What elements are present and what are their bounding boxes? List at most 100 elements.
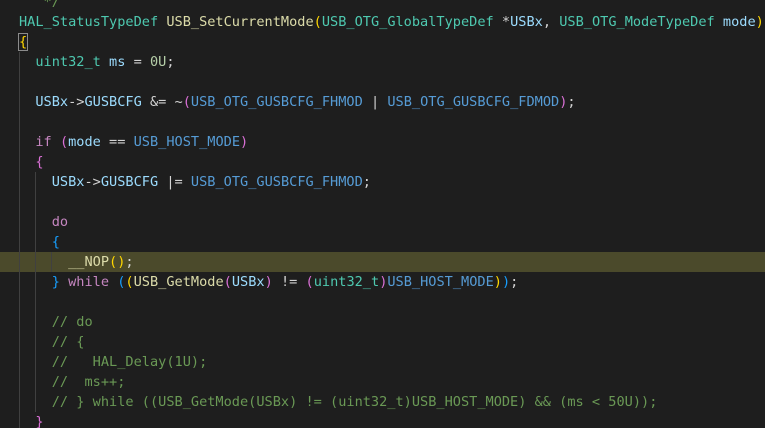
code-token: 0U (149, 54, 167, 70)
code-line[interactable]: uint32_t ms = 0U; (0, 52, 765, 72)
code-line[interactable]: // } while ((USB_GetMode(USBx) != (uint3… (0, 392, 765, 412)
code-text: if (mode == USB_HOST_MODE) (19, 132, 248, 152)
code-line[interactable]: do (0, 212, 765, 232)
code-token: USB_OTG_ModeTypeDef (559, 14, 715, 30)
code-token: USB_OTG_GlobalTypeDef (321, 14, 494, 30)
code-text: // { (19, 332, 85, 352)
code-token: USBx (510, 14, 543, 30)
code-token: ( (182, 94, 191, 110)
code-line[interactable]: { (0, 152, 765, 172)
code-token: USB_HOST_MODE (133, 134, 241, 150)
code-token: USBx (231, 274, 265, 290)
code-token: &= ~ (141, 94, 183, 110)
code-token: ) (493, 274, 502, 290)
code-text: { (19, 232, 60, 252)
indent-guide (19, 72, 20, 92)
code-token: ) (755, 14, 764, 30)
code-token: // do (51, 314, 93, 330)
code-line[interactable]: HAL_StatusTypeDef USB_SetCurrentMode(USB… (0, 12, 765, 32)
code-text: */ (19, 0, 60, 12)
code-token: uint32_t (313, 274, 380, 290)
code-text: // } while ((USB_GetMode(USBx) != (uint3… (19, 392, 658, 412)
code-token: do (51, 214, 69, 230)
code-token: ( (313, 14, 322, 30)
code-token: USB_GetMode (133, 274, 224, 290)
code-line[interactable]: USBx->GUSBCFG &= ~(USB_OTG_GUSBCFG_FHMOD… (0, 92, 765, 112)
code-line[interactable] (0, 112, 765, 132)
code-token: ( (223, 274, 232, 290)
code-token: USB_HOST_MODE (387, 274, 494, 290)
code-line[interactable]: // { (0, 332, 765, 352)
code-text: { (19, 152, 43, 172)
code-token: ) (240, 134, 249, 150)
code-token: |= (158, 174, 191, 190)
code-token: // ms++; (51, 374, 126, 390)
indent-guide (35, 292, 36, 312)
indent-guide (19, 112, 20, 132)
indent-guide (19, 192, 20, 212)
code-token: == (100, 134, 134, 150)
code-text: } while ((USB_GetMode(USBx) != (uint32_t… (19, 272, 519, 292)
code-token: -> (68, 94, 85, 110)
code-token: USB_OTG_GUSBCFG_FHMOD (190, 174, 363, 190)
code-line[interactable]: */ (0, 0, 765, 12)
code-token: */ (19, 0, 60, 10)
code-token: ( (125, 274, 134, 290)
code-token: = (125, 54, 150, 70)
code-text: HAL_StatusTypeDef USB_SetCurrentMode(USB… (19, 12, 764, 32)
code-line[interactable]: // HAL_Delay(1U); (0, 352, 765, 372)
code-line[interactable]: } (0, 412, 765, 428)
code-line[interactable]: { (0, 232, 765, 252)
code-token: GUSBCFG (100, 174, 159, 190)
code-text: // HAL_Delay(1U); (19, 352, 208, 372)
code-line[interactable] (0, 72, 765, 92)
code-token: { (17, 33, 29, 51)
code-line[interactable] (0, 292, 765, 312)
code-text: do (19, 212, 68, 232)
code-line[interactable]: USBx->GUSBCFG |= USB_OTG_GUSBCFG_FHMOD; (0, 172, 765, 192)
code-token: { (51, 234, 60, 250)
code-token: | (362, 94, 388, 110)
code-token: ; (362, 174, 371, 190)
code-token: != (272, 274, 306, 290)
code-line-current[interactable]: __NOP(); (0, 252, 765, 272)
indent-guide (19, 292, 20, 312)
code-token: GUSBCFG (84, 94, 142, 110)
code-text: { (17, 32, 29, 52)
code-token: , (542, 14, 560, 30)
code-text: USBx->GUSBCFG &= ~(USB_OTG_GUSBCFG_FHMOD… (19, 92, 575, 112)
code-token: ms (109, 54, 126, 70)
code-token: USB_OTG_GUSBCFG_FHMOD (190, 94, 363, 110)
code-token: ) (501, 274, 511, 290)
code-line[interactable]: if (mode == USB_HOST_MODE) (0, 132, 765, 152)
code-line[interactable]: // do (0, 312, 765, 332)
code-text: // do (19, 312, 93, 332)
code-token: * (493, 14, 511, 30)
code-line[interactable]: } while ((USB_GetMode(USBx) != (uint32_t… (0, 272, 765, 292)
code-token: USB_SetCurrentMode (166, 14, 314, 30)
code-token: // HAL_Delay(1U); (51, 354, 208, 370)
code-text: } (19, 412, 44, 428)
code-line[interactable] (0, 192, 765, 212)
code-line[interactable]: // ms++; (0, 372, 765, 392)
code-token: } (35, 414, 44, 428)
code-token: USBx (35, 94, 69, 110)
code-editor[interactable]: */ HAL_StatusTypeDef USB_SetCurrentMode(U… (0, 0, 765, 428)
code-token: mode (68, 134, 101, 150)
code-token: while (68, 274, 110, 290)
code-line[interactable]: { (0, 32, 765, 52)
code-token: ( (305, 274, 314, 290)
